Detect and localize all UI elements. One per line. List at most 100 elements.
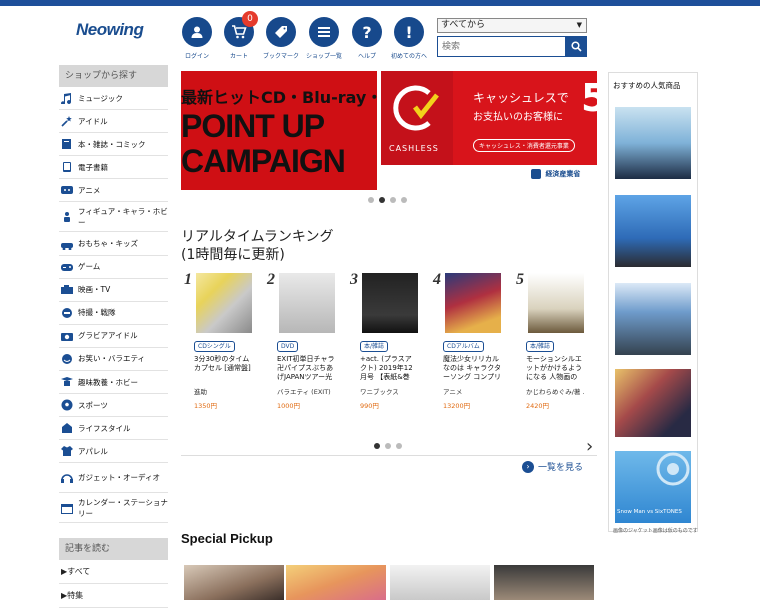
sidebar-item-star-wand[interactable]: アイドル (59, 110, 168, 134)
ranking-item-image[interactable]: 4 (433, 271, 501, 333)
sidebar-item-anime[interactable]: アニメ (59, 179, 168, 203)
recommend-item[interactable]: Snow Man vs SixTONES (615, 451, 691, 523)
ranking-item-image[interactable]: 2 (267, 271, 335, 333)
ranking-item-artist[interactable]: 進助 (194, 386, 252, 396)
sidebar-item-camera[interactable]: グラビアアイドル (59, 325, 168, 348)
sidebar-item-music-note[interactable]: ミュージック (59, 87, 168, 111)
ministry-logo: 経済産業省 (531, 169, 580, 179)
sidebar-item-label: ライフスタイル (78, 423, 131, 433)
special-pickup-image[interactable] (184, 565, 284, 600)
sidebar-item-soccer-ball[interactable]: スポーツ (59, 394, 168, 418)
ranking-more-link[interactable]: › 一覧を見る (522, 460, 583, 473)
ranking-item-image[interactable]: 3 (350, 271, 418, 333)
ranking-item-price: 1350円 (194, 402, 218, 410)
pagination-dot[interactable] (390, 197, 396, 203)
sidebar-item-label: お笑い・バラエティ (78, 354, 146, 364)
ranking-item-title[interactable]: +act. (プラスアクト) 2019年12月号 【表紙&巻頭】 戸田恵梨香×中… (360, 355, 418, 382)
search-button[interactable] (566, 36, 587, 57)
campaign-banner[interactable]: 最新ヒットCD・Blu-ray・DVD POINT UP CAMPAIGN CA… (181, 71, 597, 190)
cart-count-badge: 0 (242, 11, 258, 27)
pagination-dot[interactable] (379, 197, 385, 203)
dropdown-arrow-icon: ▼ (576, 21, 582, 29)
bookmark-label: ブックマーク (262, 53, 299, 60)
camera-icon (60, 330, 74, 342)
ranking-item-artist[interactable]: バラエティ (EXIT) (277, 386, 335, 396)
sidebar-item-gamepad[interactable]: ゲーム (59, 256, 168, 279)
sidebar-item-tshirt[interactable]: アパレル (59, 440, 168, 464)
pagination-dot[interactable] (374, 443, 380, 449)
special-pickup-image[interactable] (494, 565, 594, 600)
ranking-item-title[interactable]: 3分30秒のタイムカプセル [通常盤] (194, 355, 252, 382)
calendar-icon (60, 502, 74, 514)
help-button[interactable]: ? ヘルプ (347, 17, 387, 60)
big-number: 5 (581, 76, 597, 120)
special-pickup-image[interactable] (286, 565, 386, 600)
ranking-item-price: 1000円 (277, 402, 301, 410)
ranking-item[interactable]: 4 CDアルバム魔法少女リリカルなのは キャラクターソング コンプリートBOX [… (431, 271, 501, 410)
ranking-item[interactable]: 1 CDシングル 3分30秒のタイムカプセル [通常盤] 進助 1350円 (182, 271, 252, 410)
cart-button[interactable]: 0 カート (219, 11, 259, 60)
ranking-item[interactable]: 2 DVD EXIT初単日チャラ卍パイプスぶちあげJAPANツアー光×光それ即ち音に… (265, 271, 335, 410)
ranking-item-artist[interactable]: アニメ (443, 386, 501, 396)
ranking-number: 1 (184, 271, 192, 288)
ranking-type-badge: 本/雑誌 (360, 341, 389, 352)
cashless-logo: CASHLESS (381, 71, 453, 165)
tshirt-icon (60, 445, 74, 457)
banner-line3: CAMPAIGN (181, 143, 346, 179)
recommend-panel: おすすめの人気商品 Snow Man vs SixTONES 画像のジャケット画… (608, 72, 698, 534)
sidebar-item-film[interactable]: 映画・TV (59, 279, 168, 302)
articles-item-all[interactable]: ▶すべて (59, 560, 168, 584)
ranking-next-arrow-icon[interactable]: › (586, 436, 593, 457)
pagination-dot[interactable] (368, 197, 374, 203)
ranking-type-badge: 本/雑誌 (526, 341, 555, 352)
recommend-item[interactable] (615, 369, 691, 437)
shop-sidebar: ショップから探す ミュージック アイドル本・雑誌・コミック 電子書籍アニメフィギュア… (59, 65, 168, 524)
shop-list-button[interactable]: ショップ一覧 (304, 17, 344, 60)
ranking-item[interactable]: 5 本/雑誌モーションシルエットがかけるようになる 人物画の技術かじわらめぐみ/著… (514, 271, 584, 410)
ranking-item-image[interactable]: 5 (516, 271, 584, 333)
sidebar-item-label: 趣味教養・ホビー (78, 377, 138, 387)
recommend-item[interactable] (615, 107, 691, 179)
ranking-item[interactable]: 3 本/雑誌 +act. (プラスアクト) 2019年12月号 【表紙&巻頭】 戸田… (348, 271, 418, 410)
sidebar-item-figure[interactable]: フィギュア・キャラ・ホビー (59, 202, 168, 233)
ranking-item-image[interactable]: 1 (184, 271, 252, 333)
sidebar-heading: ショップから探す (59, 65, 168, 87)
sidebar-item-label: アパレル (78, 446, 108, 456)
ranking-item-title[interactable]: EXIT初単日チャラ卍パイプスぶちあげJAPANツアー光×光それ即ち音になる (277, 355, 335, 382)
ranking-number: 3 (350, 271, 358, 288)
sidebar-item-label: アニメ (78, 185, 101, 195)
special-pickup-image[interactable] (390, 565, 490, 600)
ranking-item-artist[interactable]: ワニブックス (360, 386, 418, 396)
pagination-dot[interactable] (396, 443, 402, 449)
sidebar-item-calendar[interactable]: カレンダー・ステーショナリー (59, 493, 168, 524)
articles-item-feature[interactable]: ▶特集 (59, 584, 168, 608)
logo-text: Neowing (76, 20, 144, 39)
first-time-button[interactable]: ! 初めての方へ (389, 17, 429, 60)
ranking-item-artist[interactable]: かじわらめぐみ/著 ... (526, 386, 584, 396)
sidebar-item-hobby[interactable]: 趣味教養・ホビー (59, 371, 168, 395)
ranking-title-line2: (1時間毎に更新) (181, 247, 285, 263)
sidebar-item-label: 本・雑誌・コミック (78, 139, 146, 149)
login-button[interactable]: ログイン (177, 17, 217, 60)
sidebar-item-toy[interactable]: おもちゃ・キッズ (59, 232, 168, 256)
sidebar-item-lifestyle[interactable]: ライフスタイル (59, 417, 168, 441)
sidebar-item-laugh[interactable]: お笑い・バラエティ (59, 348, 168, 372)
ranking-number: 2 (267, 271, 275, 288)
pagination-dot[interactable] (385, 443, 391, 449)
ranking-item-price: 2420円 (526, 402, 550, 410)
ranking-pagination (374, 443, 402, 449)
site-logo[interactable]: Neowing (76, 20, 156, 44)
bookmark-button[interactable]: ブックマーク (261, 17, 301, 60)
search-input[interactable] (437, 36, 566, 57)
pagination-dot[interactable] (401, 197, 407, 203)
ranking-item-title[interactable]: 魔法少女リリカルなのは キャラクターソング コンプリートBOX [初回生産限定盤… (443, 355, 501, 382)
category-select[interactable]: すべてから ▼ (437, 18, 587, 33)
sidebar-item-headphones[interactable]: ガジェット・オーディオ (59, 463, 168, 494)
sidebar-item-hero[interactable]: 特撮・戦隊 (59, 302, 168, 325)
recommend-item[interactable] (615, 283, 691, 355)
ranking-item-title[interactable]: モーションシルエットがかけるようになる 人物画の技術 (526, 355, 584, 382)
sidebar-item-ebook[interactable]: 電子書籍 (59, 156, 168, 180)
recommend-item[interactable] (615, 195, 691, 267)
sidebar-item-book[interactable]: 本・雑誌・コミック (59, 133, 168, 157)
sidebar-item-label: 電子書籍 (78, 162, 108, 172)
